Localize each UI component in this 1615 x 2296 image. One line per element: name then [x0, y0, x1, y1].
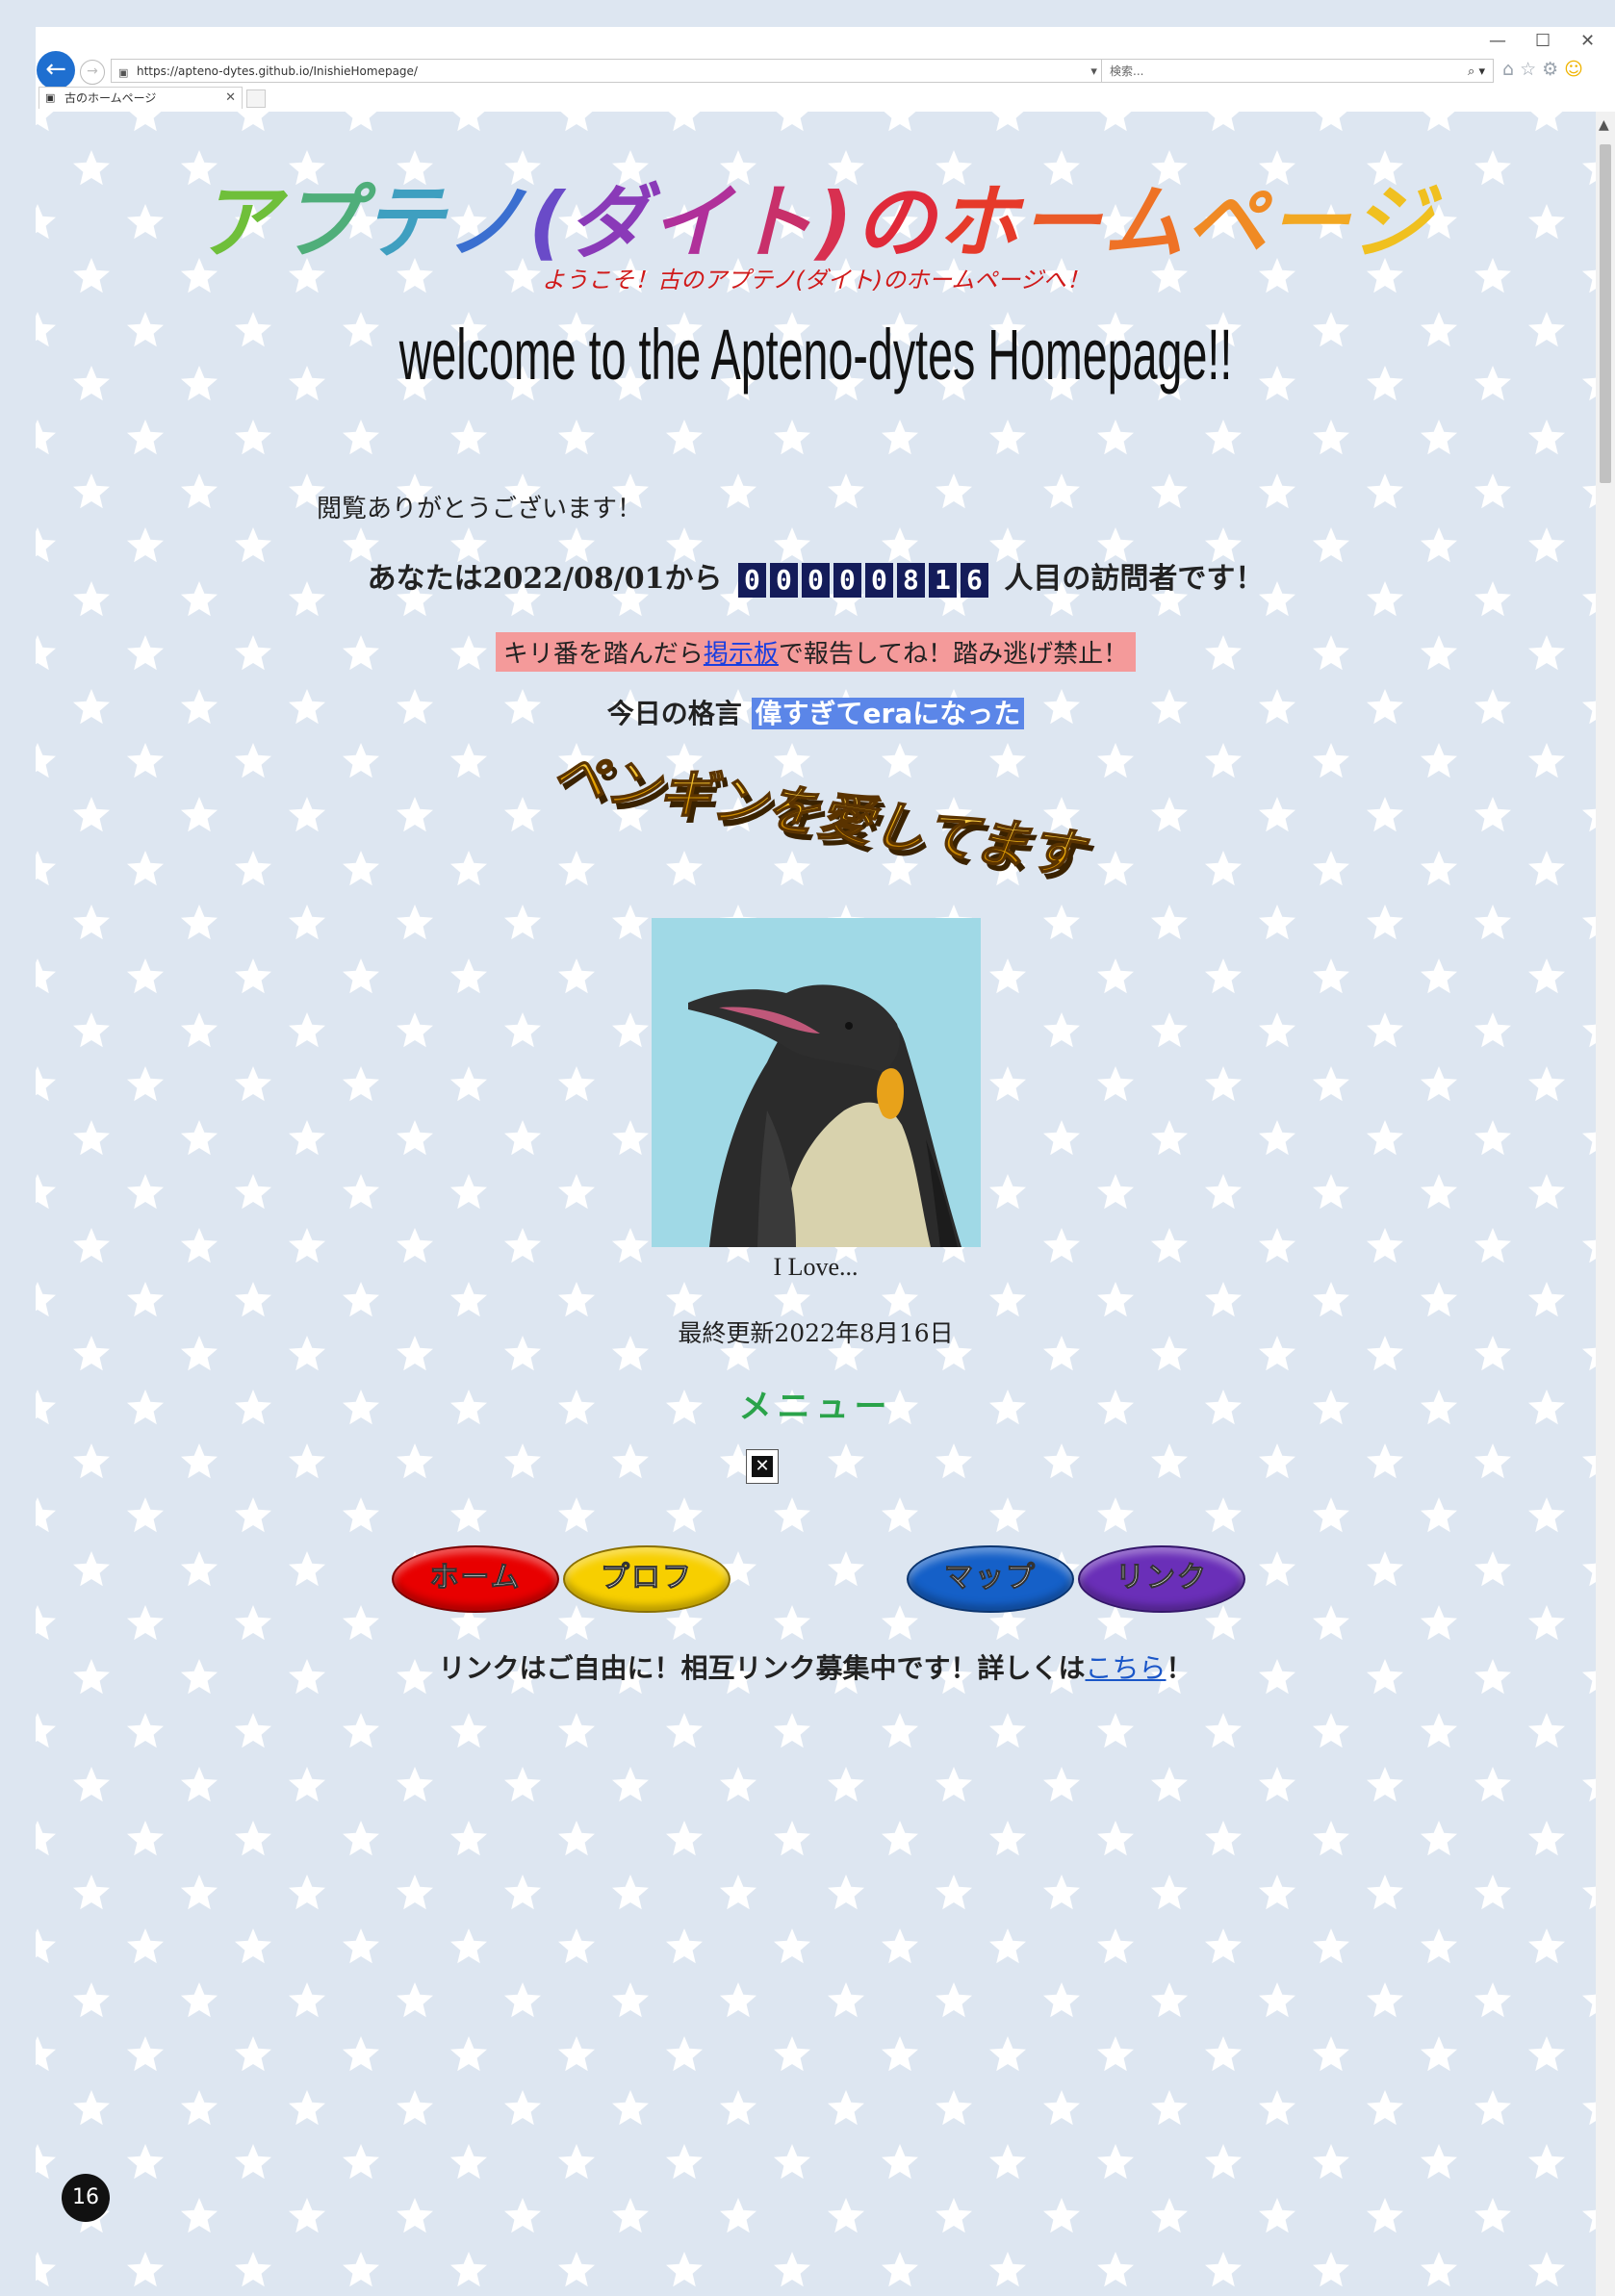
- minimize-button[interactable]: —: [1489, 31, 1506, 51]
- link-note: リンクはご自由に！相互リンク募集中です！詳しくはこちら！: [36, 1647, 1596, 1686]
- search-box[interactable]: 検索... ⌕ ▾: [1101, 59, 1494, 83]
- thanks-text: 閲覧ありがとうございます！: [317, 495, 643, 523]
- site-title-char: ム: [1102, 175, 1186, 269]
- close-window-button[interactable]: ✕: [1580, 31, 1595, 51]
- tab-close-icon[interactable]: ✕: [225, 88, 236, 109]
- page-viewport: アプテノ(ダイト)のホームページ ようこそ！古のアプテノ(ダイト)のホームページ…: [36, 112, 1596, 2296]
- new-tab-button[interactable]: [246, 89, 266, 108]
- site-title-char: (: [528, 175, 568, 269]
- site-title-char: ペ: [1185, 175, 1269, 269]
- counter-digit: 8: [896, 563, 925, 598]
- visitor-counter: 00000816: [736, 563, 990, 598]
- site-title-char: テ: [363, 175, 447, 269]
- kiriban-box: キリ番を踏んだら掲示板で報告してね！踏み逃げ禁止！: [495, 632, 1137, 672]
- page-icon: ▣: [118, 66, 129, 79]
- site-title-char: ト: [732, 175, 816, 269]
- site-title-char: イ: [650, 175, 733, 269]
- arrow-right-icon: →: [87, 64, 98, 79]
- site-title-char: ホ: [936, 175, 1020, 269]
- love-banner: ペンギンを愛してます ペンギンを愛してます: [548, 758, 1098, 893]
- site-title-char: の: [854, 175, 937, 269]
- menu-title: メニュー: [738, 1388, 893, 1426]
- broken-image-icon: ✕: [752, 1456, 773, 1477]
- welcome-banner: welcome to the Apteno-dytes Homepage!!: [398, 315, 1233, 395]
- counter-digit: 0: [864, 563, 893, 598]
- site-title-char: ア: [197, 175, 281, 269]
- vertical-scrollbar[interactable]: ▲: [1596, 112, 1615, 2296]
- kiriban-before: キリ番を踏んだら: [502, 640, 704, 669]
- counter-digit: 0: [769, 563, 798, 598]
- menu-button-map[interactable]: マップ: [907, 1545, 1074, 1613]
- menu-button-links[interactable]: リンク: [1078, 1545, 1245, 1613]
- counter-digit: 0: [833, 563, 861, 598]
- quote-text: 偉すぎてeraになった: [751, 698, 1025, 729]
- site-title-char: ー: [1268, 175, 1351, 269]
- toolbar-icons: ⌂☆⚙☺: [1502, 59, 1589, 80]
- site-title-char: プ: [280, 175, 364, 269]
- smiley-icon[interactable]: ☺: [1564, 59, 1589, 80]
- quote-label: 今日の格言: [606, 698, 742, 729]
- counter-digit: 1: [928, 563, 957, 598]
- link-note-after: ！: [1166, 1652, 1193, 1684]
- star-icon[interactable]: ☆: [1520, 59, 1542, 80]
- kiriban-notice: キリ番を踏んだら掲示板で報告してね！踏み逃げ禁止！: [36, 632, 1596, 672]
- visitor-prefix: あなたは2022/08/01から: [367, 562, 723, 596]
- forward-button[interactable]: →: [80, 60, 105, 85]
- visitor-suffix: 人目の訪問者です！: [1004, 562, 1265, 596]
- penguin-caption: I Love...: [773, 1253, 859, 1281]
- penguin-image: [652, 918, 981, 1247]
- scroll-up-icon[interactable]: ▲: [1599, 117, 1609, 133]
- menu-button-home[interactable]: ホーム: [392, 1545, 559, 1613]
- back-button[interactable]: ←: [37, 51, 75, 89]
- bbs-link[interactable]: 掲示板: [704, 640, 779, 669]
- tab-active[interactable]: ▣ 古のホームページ ✕: [38, 87, 243, 109]
- penguin-illustration: [652, 918, 981, 1247]
- quote-line: 今日の格言 偉すぎてeraになった: [36, 693, 1596, 731]
- address-bar[interactable]: ▣ https://apteno-dytes.github.io/Inishie…: [111, 59, 1129, 83]
- tab-title: 古のホームページ: [64, 91, 157, 105]
- dropdown-icon[interactable]: ▾: [1090, 64, 1097, 79]
- site-title-char: ダ: [567, 175, 651, 269]
- slide-number-badge: 16: [62, 2174, 110, 2222]
- site-title-char: ー: [1019, 175, 1103, 269]
- site-title-char: ノ: [446, 175, 529, 269]
- counter-digit: 0: [737, 563, 766, 598]
- maximize-button[interactable]: ☐: [1535, 31, 1551, 51]
- counter-digit: 6: [960, 563, 988, 598]
- kiriban-after: で報告してね！踏み逃げ禁止！: [778, 640, 1129, 669]
- search-placeholder: 検索...: [1110, 64, 1144, 78]
- site-title-char: ): [815, 175, 855, 269]
- scrollbar-thumb[interactable]: [1600, 144, 1611, 483]
- arrow-left-icon: ←: [45, 55, 66, 84]
- visitor-counter-line: あなたは2022/08/01から 00000816 人目の訪問者です！: [36, 554, 1596, 598]
- counter-digit: 0: [801, 563, 830, 598]
- broken-image-placeholder: ✕: [746, 1449, 779, 1484]
- love-banner-text: ペンギンを愛してます: [548, 758, 1092, 889]
- search-icon[interactable]: ⌕ ▾: [1468, 60, 1485, 84]
- link-note-before: リンクはご自由に！相互リンク募集中です！詳しくは: [438, 1652, 1086, 1684]
- site-title: アプテノ(ダイト)のホームページ: [36, 158, 1596, 274]
- last-updated: 最終更新2022年8月16日: [678, 1319, 954, 1347]
- menu-button-profile[interactable]: プロフ: [563, 1545, 731, 1613]
- subtitle: ようこそ！古のアプテノ(ダイト)のホームページへ！: [542, 267, 1089, 293]
- gear-icon[interactable]: ⚙: [1542, 59, 1564, 80]
- details-link[interactable]: こちら: [1085, 1652, 1166, 1684]
- page-icon: ▣: [45, 91, 56, 104]
- url-text: https://apteno-dytes.github.io/InishieHo…: [137, 64, 418, 78]
- site-title-char: ジ: [1350, 175, 1434, 269]
- home-icon[interactable]: ⌂: [1502, 59, 1520, 80]
- browser-chrome: — ☐ ✕ ← → ▣ https://apteno-dytes.github.…: [36, 27, 1615, 112]
